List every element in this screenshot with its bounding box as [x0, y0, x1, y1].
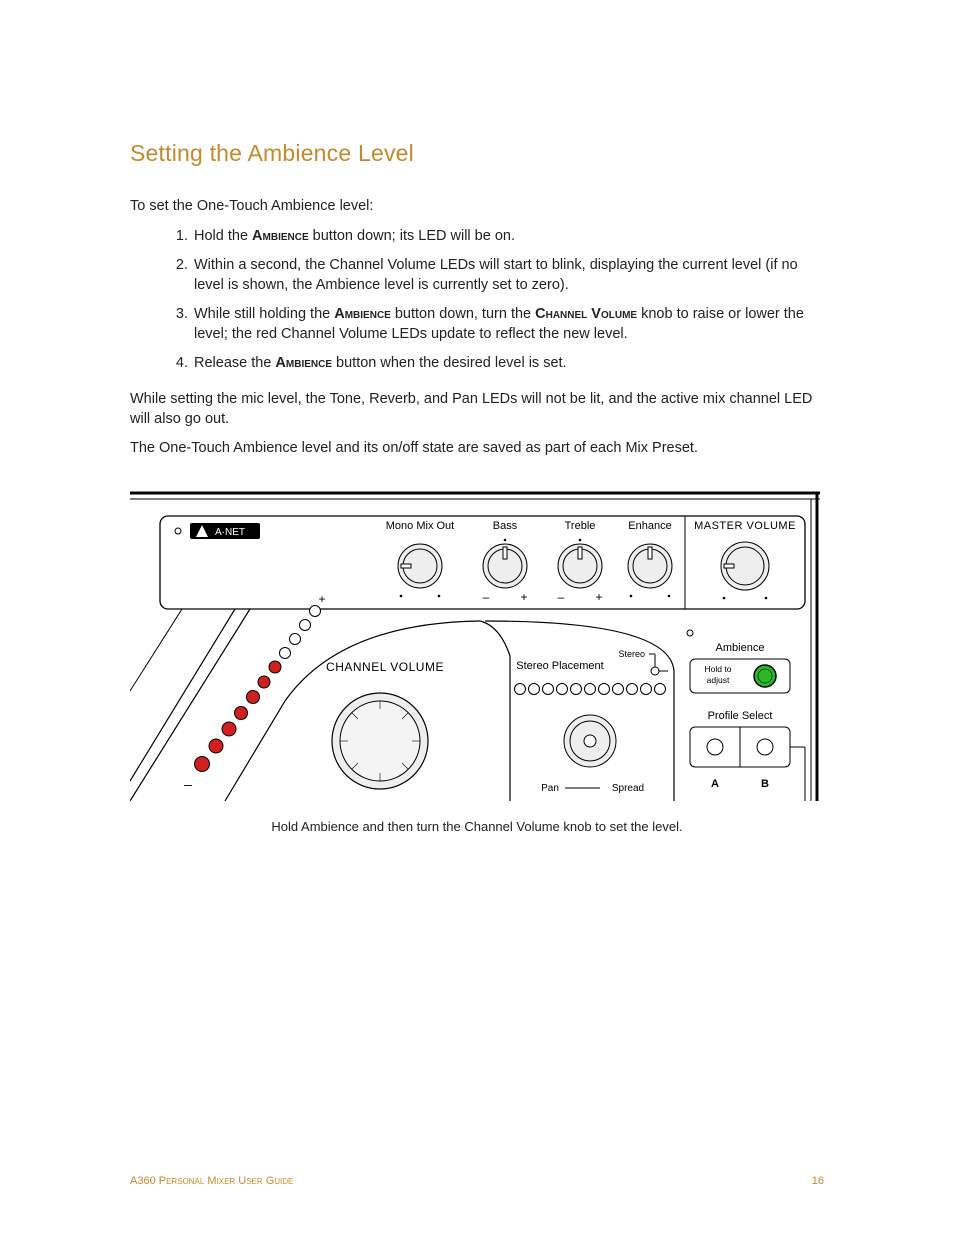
svg-text:–: –: [184, 776, 192, 792]
stereo-led-row: [515, 683, 666, 694]
svg-text:Bass: Bass: [493, 520, 518, 532]
page-number: 16: [812, 1175, 824, 1187]
step3-chvol: Channel Volume: [535, 306, 637, 322]
steps-list: Hold the Ambience button down; its LED w…: [130, 227, 824, 374]
step4-b: button when the desired level is set.: [332, 355, 567, 371]
svg-text:MASTER VOLUME: MASTER VOLUME: [694, 520, 796, 532]
svg-text:adjust: adjust: [707, 675, 730, 685]
svg-text:–: –: [483, 590, 490, 604]
svg-text:Hold to: Hold to: [705, 664, 732, 674]
step1-a: Hold the: [194, 228, 252, 244]
step3-ambience: Ambience: [334, 306, 391, 322]
step1-b: button down; its LED will be on.: [309, 228, 515, 244]
ambience-section: Ambience Hold to adjust Profile Select A…: [687, 630, 805, 801]
svg-text:Ambience: Ambience: [716, 642, 765, 654]
svg-text:Mono Mix Out: Mono Mix Out: [386, 520, 454, 532]
step3-b: button down, turn the: [391, 306, 535, 322]
step-3: While still holding the Ambience button …: [192, 305, 824, 344]
svg-text:A: A: [711, 778, 719, 790]
anet-label: A·NET: [215, 527, 245, 538]
step-1: Hold the Ambience button down; its LED w…: [192, 227, 824, 247]
svg-text:+: +: [318, 592, 325, 606]
svg-text:Profile Select: Profile Select: [708, 710, 773, 722]
paragraph-2: While setting the mic level, the Tone, R…: [130, 390, 824, 429]
figure-caption: Hold Ambience and then turn the Channel …: [130, 818, 824, 836]
svg-text:Pan: Pan: [541, 783, 559, 794]
step4-ambience: Ambience: [275, 355, 332, 371]
svg-text:–: –: [558, 590, 565, 604]
svg-text:Stereo: Stereo: [618, 649, 645, 659]
mixer-diagram: A·NET Mono Mix Out Bass – + Treble: [130, 491, 824, 806]
svg-text:Treble: Treble: [565, 520, 596, 532]
step3-a: While still holding the: [194, 306, 334, 322]
svg-text:Stereo Placement: Stereo Placement: [516, 660, 603, 672]
svg-text:B: B: [761, 778, 769, 790]
svg-text:Enhance: Enhance: [628, 520, 671, 532]
stereo-placement-section: Stereo Placement Stereo: [480, 621, 674, 801]
intro-text: To set the One-Touch Ambience level:: [130, 197, 824, 217]
page-heading: Setting the Ambience Level: [130, 140, 824, 167]
channel-volume-section: CHANNEL VOLUME: [225, 621, 480, 801]
channel-volume-leds: + –: [184, 592, 325, 792]
step1-ambience: Ambience: [252, 228, 309, 244]
step4-a: Release the: [194, 355, 275, 371]
svg-text:+: +: [520, 590, 527, 604]
paragraph-3: The One-Touch Ambience level and its on/…: [130, 439, 824, 459]
svg-text:CHANNEL VOLUME: CHANNEL VOLUME: [326, 660, 444, 674]
step-4: Release the Ambience button when the des…: [192, 354, 824, 374]
footer-title: A360 Personal Mixer User Guide: [130, 1175, 293, 1187]
svg-text:+: +: [595, 590, 602, 604]
step-2: Within a second, the Channel Volume LEDs…: [192, 256, 824, 295]
svg-text:Spread: Spread: [612, 783, 644, 794]
